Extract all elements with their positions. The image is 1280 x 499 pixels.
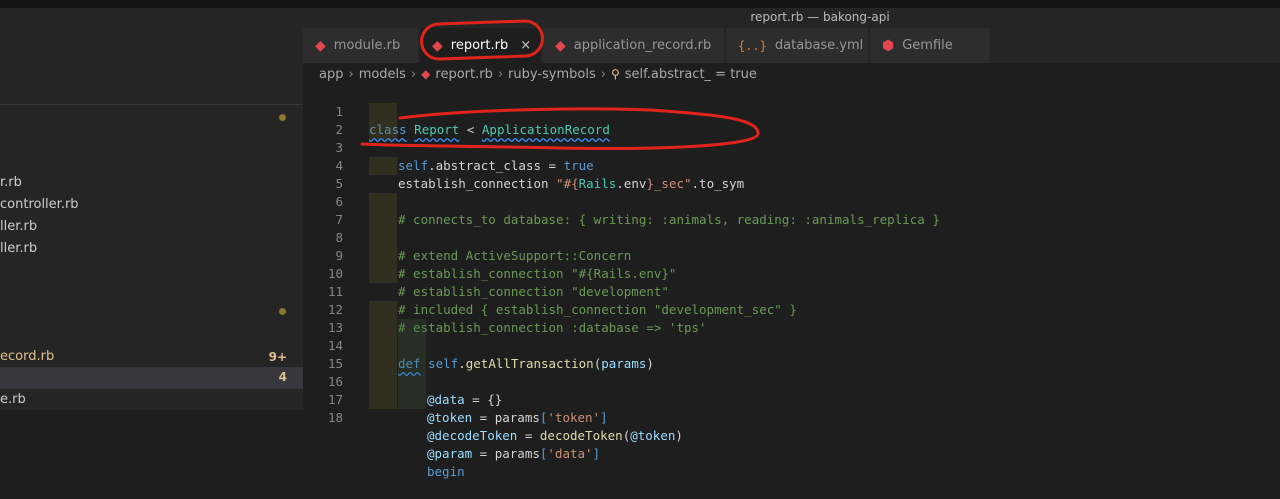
breadcrumb-item[interactable]: self.abstract_ = true [625, 67, 757, 82]
yaml-braces-icon: {..} [738, 38, 767, 53]
file-item[interactable]: controller.rb [0, 195, 79, 215]
chevron-right-icon: › [410, 66, 417, 82]
tab-application-record-rb[interactable]: ◆ application_record.rb [543, 28, 725, 63]
indent-guide [369, 229, 397, 247]
file-item[interactable]: ller.rb [0, 239, 37, 259]
top-strip [0, 0, 1280, 8]
file-item-modified[interactable]: ecord.rb 9+ [0, 347, 303, 367]
indent-guide [369, 319, 397, 337]
tab-database-yml[interactable]: {..} database.yml [726, 28, 869, 63]
file-label: e.rb [0, 392, 26, 407]
code-line: 8 # establish_connection "#{Rails.env}" [303, 211, 1280, 281]
breadcrumb-item[interactable]: report.rb [435, 67, 492, 82]
file-label: r.rb [0, 175, 22, 190]
code-line: 5 # connects_to database: { writing: :an… [303, 157, 1280, 227]
code-keyword: begin [427, 464, 465, 479]
gemfile-icon: ⬢ [882, 37, 895, 54]
indent-guide [398, 373, 426, 391]
title-bar: report.rb — bakong-api [0, 8, 1280, 28]
code-line: 1 class Report < ApplicationRecord [303, 85, 1280, 137]
symbol-property-icon: ⚲ [610, 67, 620, 81]
tab-label: application_record.rb [573, 38, 712, 53]
indent-guide [369, 193, 397, 211]
code-line: 16 @decodeToken = decodeToken(@token) [303, 355, 1280, 443]
code-line: 18 begin [303, 391, 1280, 479]
window-title: report.rb — bakong-api [750, 10, 890, 24]
code-line: 10 # included { establish_connection "de… [303, 247, 1280, 317]
file-item[interactable]: e.rb [0, 390, 26, 410]
problem-count-badge: 4 [278, 370, 287, 384]
problem-count-badge: 9+ [268, 350, 287, 364]
code-line: 3 establish_connection "#{Rails.env}_sec… [303, 121, 1280, 191]
explorer-header [0, 28, 303, 104]
ruby-gem-icon: ◆ [421, 67, 431, 81]
code-line: 9 # establish_connection "development" [303, 229, 1280, 299]
file-label: controller.rb [0, 197, 79, 212]
file-item-selected[interactable]: 4 [0, 367, 303, 389]
indent-guide [398, 391, 426, 409]
code-line: 7 # extend ActiveSupport::Concern [303, 193, 1280, 263]
tab-label: Gemfile [902, 38, 953, 53]
breadcrumb: app › models › ◆ report.rb › ruby-symbol… [303, 63, 1280, 85]
indent-guide [369, 265, 397, 283]
code-text: @param = params['data'] [427, 446, 601, 461]
file-label: ller.rb [0, 241, 38, 256]
tab-label: database.yml [774, 38, 864, 53]
explorer-divider [0, 104, 303, 105]
indent-guide [369, 103, 397, 121]
ruby-gem-icon: ◆ [315, 37, 326, 54]
indent-guide [369, 121, 397, 139]
breadcrumb-item[interactable]: models [359, 67, 406, 82]
code-line: 14 @data = {} [303, 319, 1280, 407]
code-editor[interactable]: 1 class Report < ApplicationRecord 2 sel… [303, 85, 1280, 479]
code-text: @decodeToken = decodeToken(@token) [427, 428, 683, 443]
chevron-right-icon: › [348, 66, 354, 82]
ruby-gem-icon: ◆ [555, 37, 566, 54]
indent-guide [398, 355, 426, 373]
indent-guide [398, 337, 426, 355]
indent-guide [369, 373, 397, 391]
indent-guide [369, 391, 397, 409]
red-annotation-circle [419, 18, 545, 62]
indent-guide [369, 337, 397, 355]
tab-module-rb[interactable]: ◆ module.rb [303, 28, 419, 63]
chevron-right-icon: › [600, 66, 606, 82]
code-line: 6 [303, 175, 1280, 209]
code-line: 17 @param = params['data'] [303, 373, 1280, 461]
code-line: 2 self.abstract_class = true [303, 103, 1280, 173]
indent-guide [369, 211, 397, 229]
indent-guide [369, 301, 397, 319]
breadcrumb-item[interactable]: ruby-symbols [508, 67, 596, 82]
code-line: 11 # establish_connection :database => '… [303, 265, 1280, 335]
explorer-sidebar: r.rb controller.rb ller.rb ller.rb ecord… [0, 28, 303, 410]
file-label: ller.rb [0, 219, 38, 234]
indent-guide [369, 157, 397, 175]
code-line: 15 @token = params['token'] [303, 337, 1280, 425]
indent-guide [369, 355, 397, 373]
code-text: @token = params['token'] [427, 410, 608, 425]
chevron-right-icon: › [497, 66, 504, 82]
line-number: 18 [327, 410, 343, 425]
code-line: 13 def self.getAllTransaction(params) [303, 301, 1280, 371]
file-label: ecord.rb [0, 349, 55, 364]
code-line: 4 [303, 139, 1280, 173]
tab-gemfile[interactable]: ⬢ Gemfile [870, 28, 990, 63]
indent-guide [398, 319, 426, 337]
file-item[interactable]: ller.rb [0, 217, 37, 237]
modified-dot-icon [279, 308, 286, 315]
breadcrumb-item[interactable]: app [319, 67, 343, 82]
file-item[interactable]: r.rb [0, 173, 22, 193]
code-line: 12 [303, 283, 1280, 317]
indent-guide [369, 247, 397, 265]
modified-dot-icon [279, 114, 286, 121]
tab-label: module.rb [333, 38, 401, 53]
